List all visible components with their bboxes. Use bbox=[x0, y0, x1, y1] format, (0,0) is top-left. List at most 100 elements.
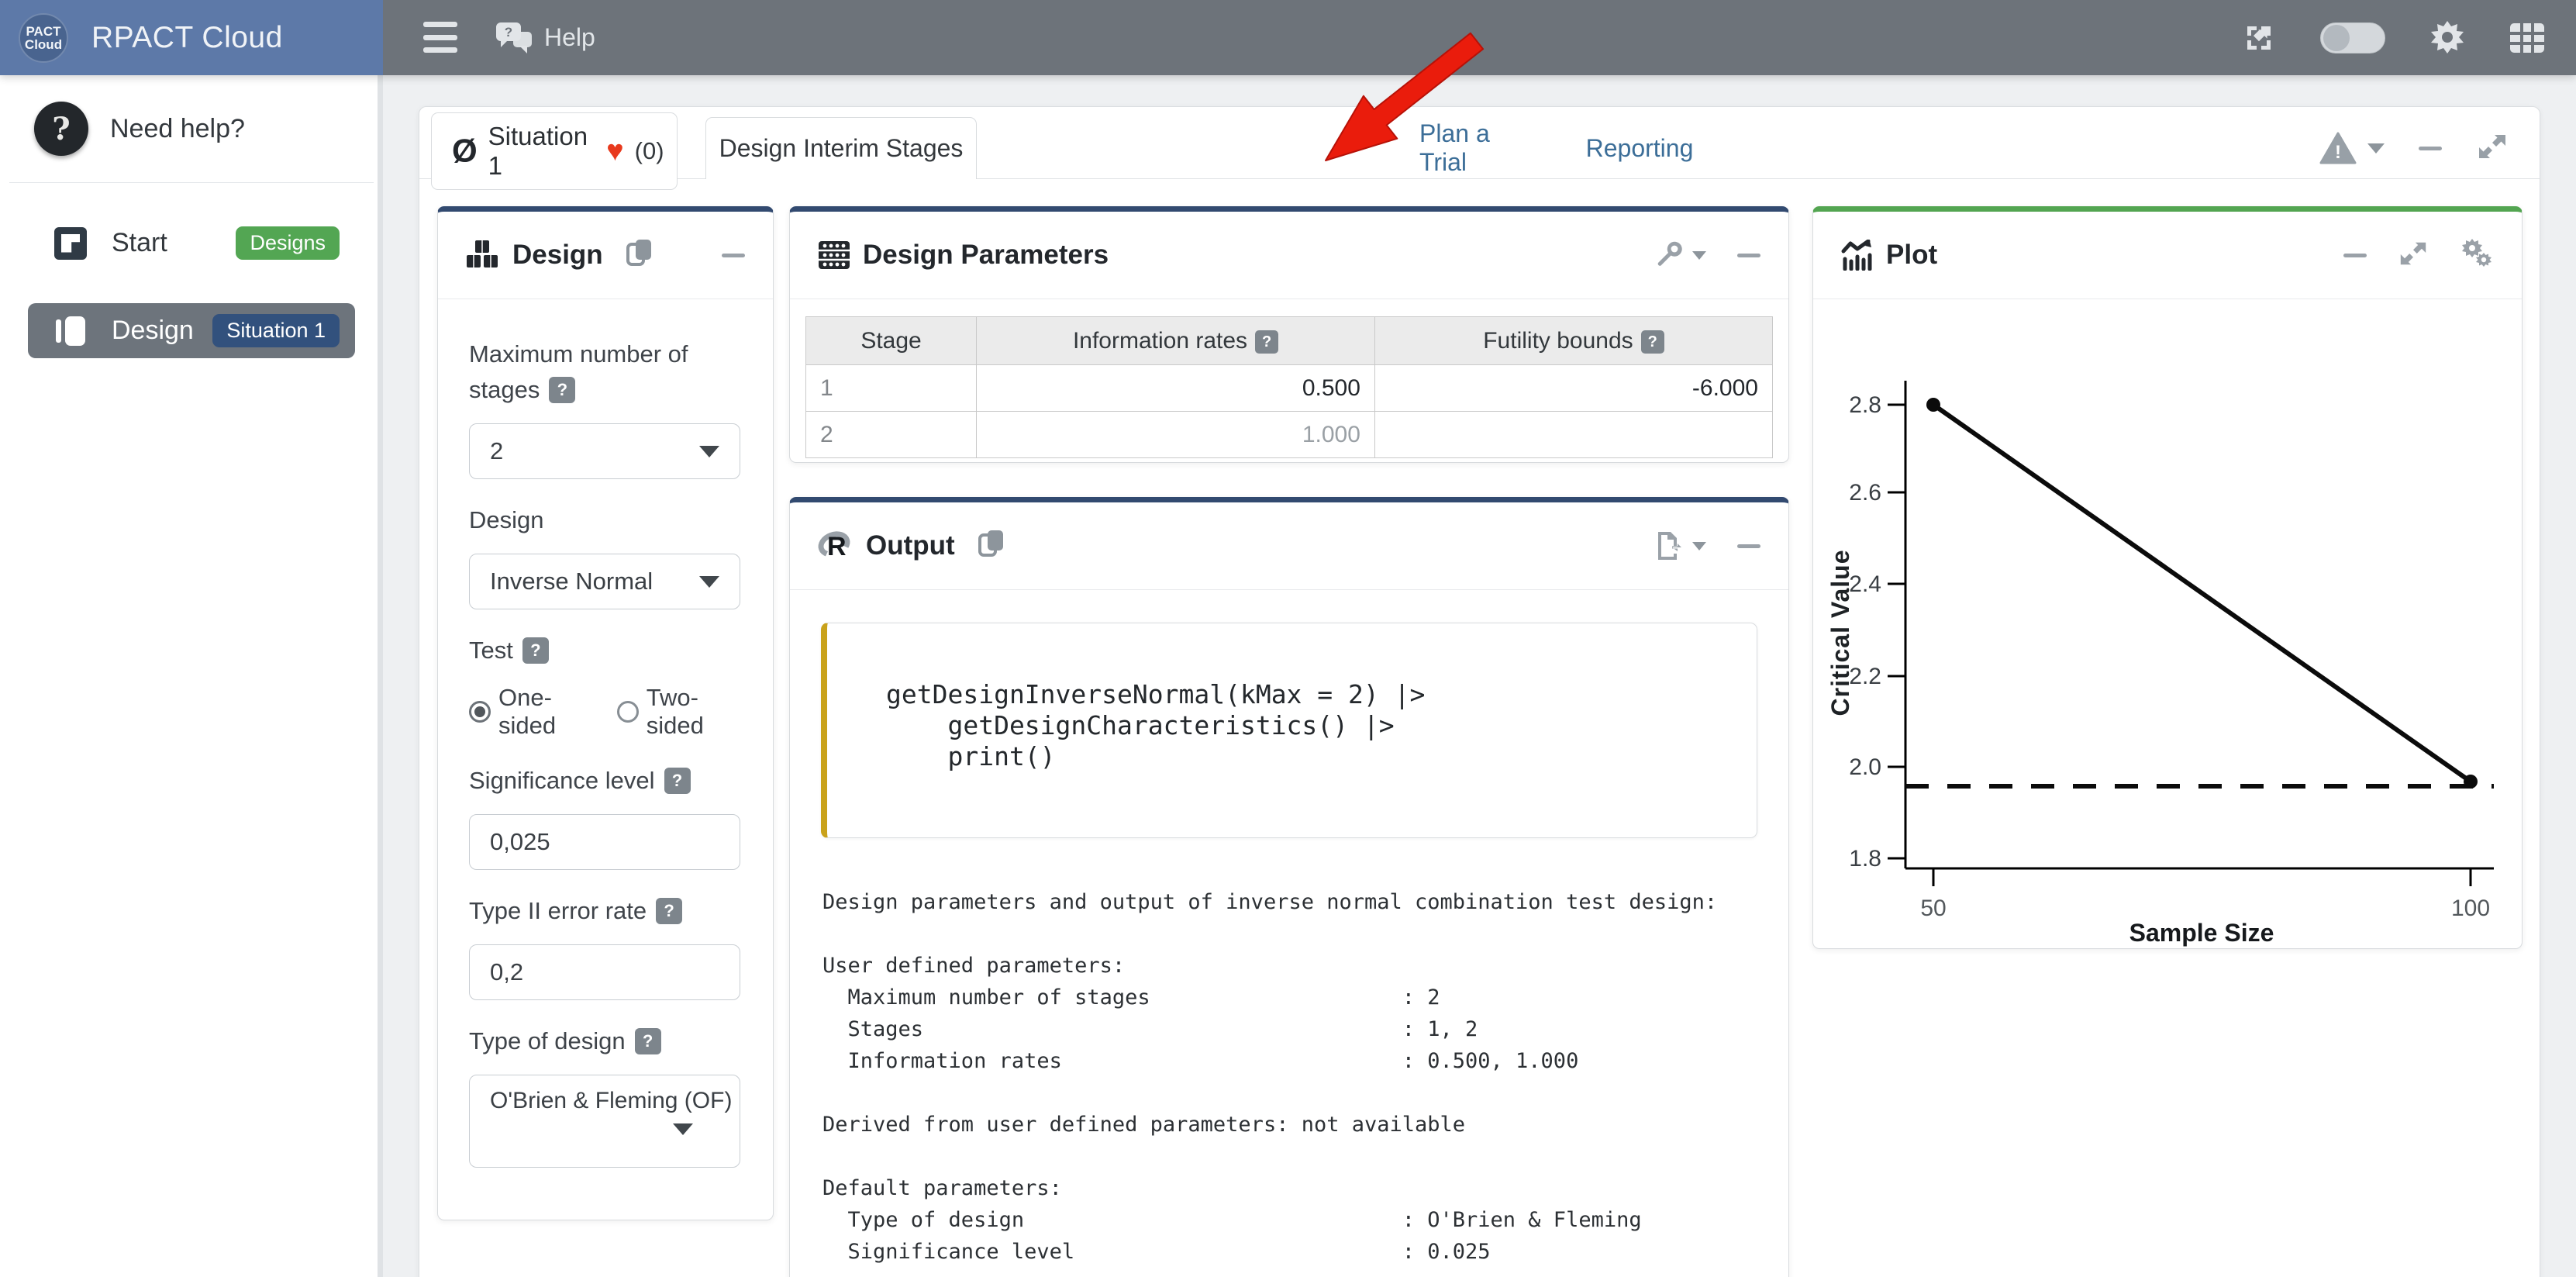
sidebar-item-start[interactable]: Start Designs bbox=[28, 216, 355, 271]
warnings-dropdown[interactable]: ! bbox=[2319, 132, 2385, 166]
minimize-button[interactable] bbox=[2419, 147, 2442, 150]
max-stages-label: Maximum number of stages? bbox=[469, 337, 742, 408]
dark-mode-toggle[interactable] bbox=[2320, 22, 2385, 53]
output-panel: R Output getDesignInverseNormal(kMax = 2… bbox=[789, 497, 1789, 1277]
data-point-stage2 bbox=[2464, 775, 2478, 789]
y-tick-label: 2.8 bbox=[1849, 392, 1881, 418]
collapse-button[interactable] bbox=[722, 254, 745, 257]
app-title: RPACT Cloud bbox=[91, 21, 283, 55]
significance-level-input[interactable] bbox=[469, 814, 740, 870]
sidebar-divider bbox=[9, 182, 374, 183]
chevron-down-icon bbox=[699, 446, 719, 457]
help-badge-icon[interactable]: ? bbox=[1255, 330, 1278, 354]
tab-design-interim-stages[interactable]: Design Interim Stages bbox=[705, 117, 977, 179]
need-help-link[interactable]: ? Need help? bbox=[0, 75, 383, 182]
expand-button[interactable] bbox=[2398, 238, 2429, 273]
svg-text:?: ? bbox=[505, 25, 512, 40]
help-badge-icon[interactable]: ? bbox=[656, 898, 682, 924]
design-parameters-table: Stage Information rates? Futility bounds… bbox=[805, 316, 1773, 458]
significance-level-label: Significance level? bbox=[469, 763, 742, 799]
futility-bound-cell[interactable]: -6.000 bbox=[1374, 365, 1772, 412]
y-tick-label: 1.8 bbox=[1849, 846, 1881, 871]
rpact-logo[interactable]: PACT Cloud bbox=[19, 13, 68, 63]
copy-icon[interactable] bbox=[978, 529, 1006, 564]
information-rate-cell[interactable]: 0.500 bbox=[977, 365, 1375, 412]
y-axis-label: Critical Value bbox=[1826, 550, 1854, 716]
radio-label: One-sided bbox=[498, 684, 595, 740]
y-tick-label: 2.0 bbox=[1849, 754, 1881, 780]
help-badge-icon[interactable]: ? bbox=[549, 377, 575, 403]
situation-tab[interactable]: Ø Situation 1 ♥ (0) bbox=[431, 112, 678, 190]
design-panel: Design Maximum number of stages? 2 Desig… bbox=[437, 206, 774, 1220]
futility-bound-cell[interactable] bbox=[1374, 412, 1772, 458]
copy-icon[interactable] bbox=[626, 238, 654, 273]
collapse-button[interactable] bbox=[1737, 544, 1760, 548]
radio-two-sided[interactable] bbox=[617, 701, 639, 723]
file-export-icon bbox=[1655, 530, 1683, 561]
sidebar-item-design[interactable]: Design Situation 1 bbox=[28, 303, 355, 358]
grid-icon[interactable] bbox=[2509, 22, 2545, 53]
wrench-icon bbox=[1654, 240, 1683, 270]
chevron-down-icon bbox=[2367, 143, 2385, 154]
plot-panel-header: Plot bbox=[1813, 212, 2522, 299]
chart-line-icon bbox=[1841, 240, 1874, 271]
tab-reporting[interactable]: Reporting bbox=[1585, 117, 1694, 179]
question-mark-icon: ? bbox=[34, 102, 88, 156]
chevron-down-icon bbox=[1692, 251, 1706, 260]
type-of-design-select[interactable]: O'Brien & Fleming (OF) bbox=[469, 1075, 740, 1168]
type-of-design-label: Type of design? bbox=[469, 1023, 742, 1059]
critical-value-line bbox=[1933, 405, 2471, 782]
logo-text-bottom: Cloud bbox=[25, 38, 62, 51]
start-icon bbox=[54, 227, 87, 260]
tools-dropdown[interactable] bbox=[1654, 240, 1706, 270]
max-stages-select[interactable]: 2 bbox=[469, 423, 740, 479]
x-tick-label: 50 bbox=[1920, 896, 1946, 921]
help-badge-icon[interactable]: ? bbox=[635, 1028, 661, 1054]
sidebar: ? Need help? Start Designs Design Situat… bbox=[0, 75, 383, 1277]
help-menu[interactable]: ? Help bbox=[495, 0, 595, 75]
design-select[interactable]: Inverse Normal bbox=[469, 554, 740, 609]
svg-text:!: ! bbox=[2335, 142, 2341, 163]
x-axis-label: Sample Size bbox=[2129, 919, 2274, 947]
sidebar-toggle-icon[interactable] bbox=[423, 22, 457, 53]
help-badge-icon[interactable]: ? bbox=[522, 637, 549, 664]
col-information-rates: Information rates? bbox=[977, 317, 1375, 365]
output-text: Design parameters and output of inverse … bbox=[822, 886, 1788, 1268]
chevron-down-icon bbox=[673, 1123, 693, 1135]
plot-panel: Plot bbox=[1812, 206, 2523, 949]
tab-label: Reporting bbox=[1586, 134, 1694, 163]
export-dropdown[interactable] bbox=[1655, 530, 1706, 561]
type2-error-input[interactable] bbox=[469, 944, 740, 1000]
help-badge-icon[interactable]: ? bbox=[1641, 330, 1664, 354]
topbar-actions bbox=[2241, 0, 2545, 75]
situation-label: Situation 1 bbox=[488, 122, 588, 181]
plot-settings-gears-icon[interactable] bbox=[2460, 237, 2494, 274]
cubes-icon bbox=[466, 240, 500, 271]
table-row: 1 0.500 -6.000 bbox=[806, 365, 1773, 412]
app-header: PACT Cloud RPACT Cloud bbox=[0, 0, 383, 75]
panel-title: Plot bbox=[1886, 240, 1937, 271]
type2-error-label: Type II error rate? bbox=[469, 893, 742, 929]
tab-label: Design Interim Stages bbox=[719, 134, 964, 163]
r-code: getDesignInverseNormal(kMax = 2) |> getD… bbox=[886, 679, 1741, 772]
x-tick-label: 100 bbox=[2451, 896, 2490, 921]
chevron-down-icon bbox=[1692, 542, 1706, 550]
main-content-card: Ø Situation 1 ♥ (0) Design Interim Stage… bbox=[419, 106, 2540, 1277]
design-parameters-header: Design Parameters bbox=[790, 212, 1788, 299]
panel-title: Design Parameters bbox=[863, 240, 1109, 271]
r-code-block[interactable]: getDesignInverseNormal(kMax = 2) |> getD… bbox=[821, 623, 1757, 838]
sidebar-item-label: Design bbox=[112, 316, 194, 346]
fullscreen-icon[interactable] bbox=[2241, 20, 2277, 56]
heart-icon[interactable]: ♥ bbox=[606, 136, 624, 166]
test-label: Test? bbox=[469, 633, 742, 668]
table-header-row: Stage Information rates? Futility bounds… bbox=[806, 317, 1773, 365]
ban-icon: Ø bbox=[452, 135, 478, 167]
collapse-button[interactable] bbox=[1737, 254, 1760, 257]
help-badge-icon[interactable]: ? bbox=[664, 768, 691, 794]
settings-sun-icon[interactable] bbox=[2429, 19, 2466, 57]
collapse-button[interactable] bbox=[2343, 254, 2367, 257]
information-rate-cell[interactable]: 1.000 bbox=[977, 412, 1375, 458]
radio-one-sided[interactable] bbox=[469, 701, 491, 723]
help-label: Help bbox=[544, 23, 595, 52]
expand-button[interactable] bbox=[2476, 130, 2509, 167]
